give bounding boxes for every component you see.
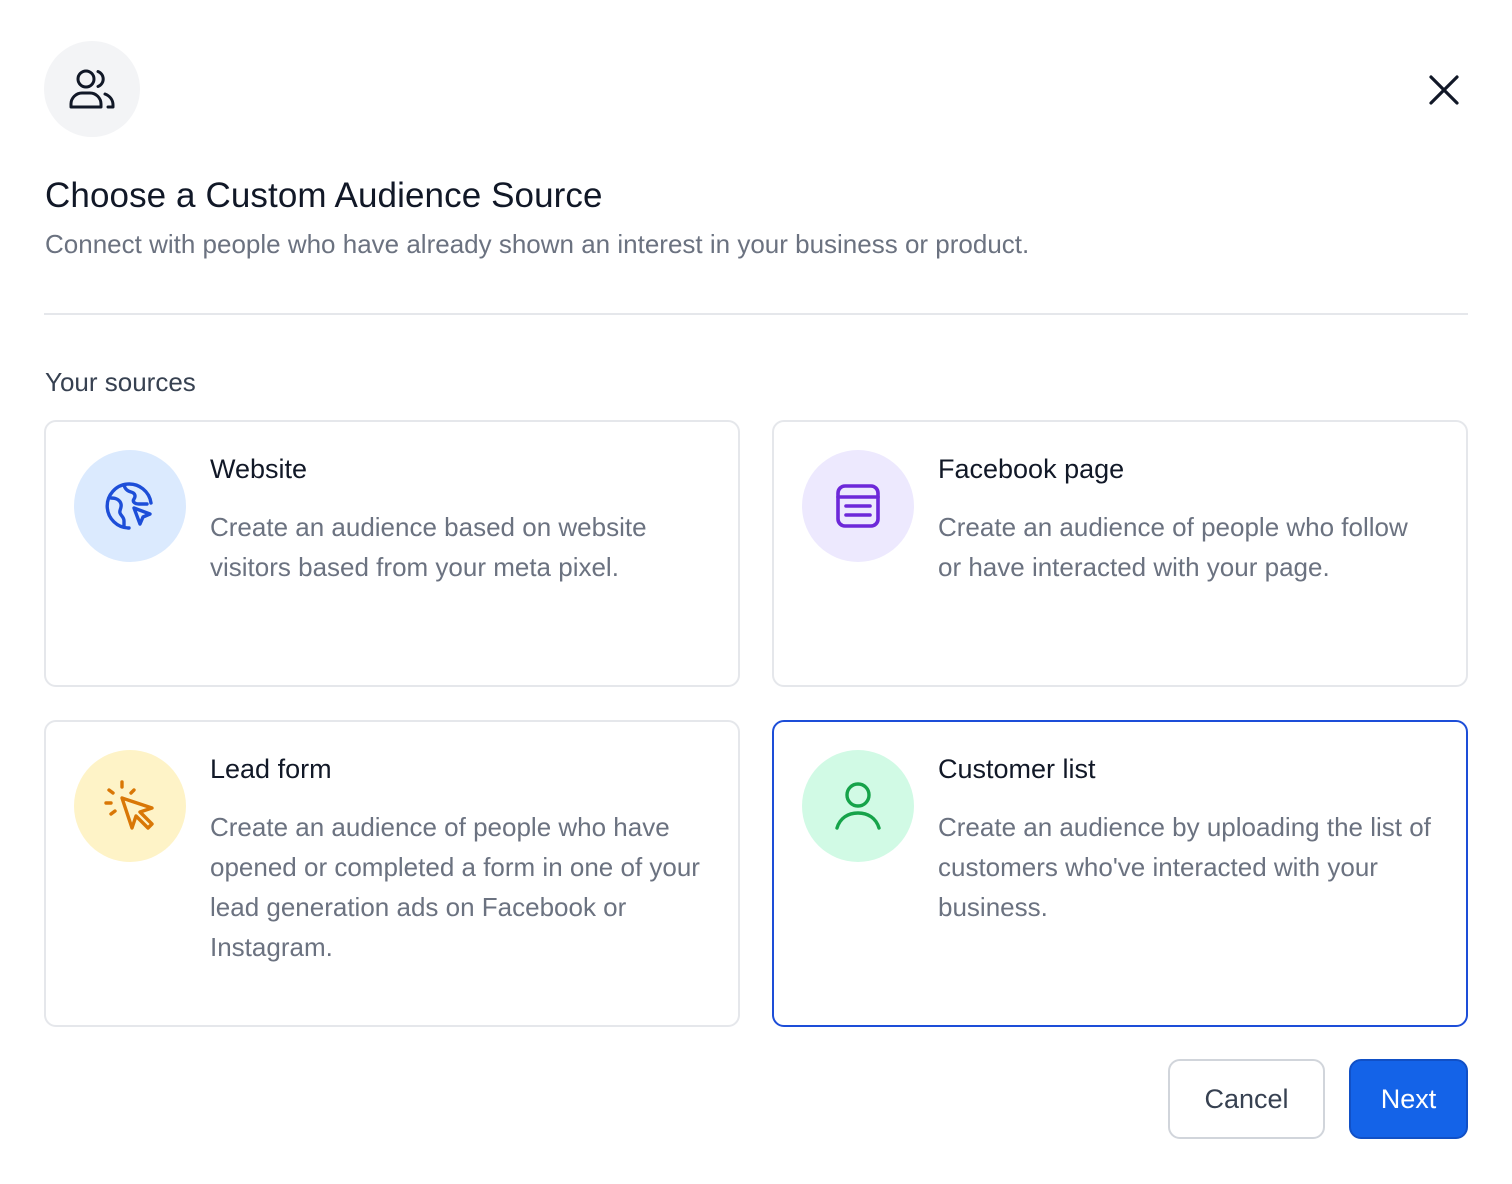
cancel-button[interactable]: Cancel: [1168, 1059, 1325, 1139]
dialog-subtitle: Connect with people who have already sho…: [45, 229, 1030, 259]
source-card-lead-form[interactable]: Lead form Create an audience of people w…: [44, 720, 740, 1027]
source-description: Create an audience based on website visi…: [210, 512, 647, 582]
source-card-facebook-page[interactable]: Facebook page Create an audience of peop…: [772, 420, 1468, 687]
cursor-click-icon: [74, 750, 186, 862]
document-list-icon: [802, 450, 914, 562]
globe-cursor-icon: [74, 450, 186, 562]
source-title: Facebook page: [938, 454, 1125, 484]
divider: [44, 313, 1468, 315]
source-description: Create an audience of people who follow …: [938, 512, 1408, 582]
source-title: Customer list: [938, 754, 1096, 784]
next-button[interactable]: Next: [1349, 1059, 1468, 1139]
source-card-website[interactable]: Website Create an audience based on webs…: [44, 420, 740, 687]
source-card-customer-list[interactable]: Customer list Create an audience by uplo…: [772, 720, 1468, 1027]
source-title: Lead form: [210, 754, 332, 784]
close-icon: [1429, 75, 1459, 105]
close-button[interactable]: [1418, 64, 1470, 116]
custom-audience-dialog: Choose a Custom Audience Source Connect …: [0, 0, 1512, 1184]
source-title: Website: [210, 454, 308, 484]
user-icon: [802, 750, 914, 862]
users-icon: [44, 41, 140, 137]
dialog-title: Choose a Custom Audience Source: [45, 176, 603, 215]
section-label: Your sources: [45, 367, 196, 397]
source-description: Create an audience by uploading the list…: [938, 812, 1431, 922]
source-description: Create an audience of people who have op…: [210, 812, 700, 962]
